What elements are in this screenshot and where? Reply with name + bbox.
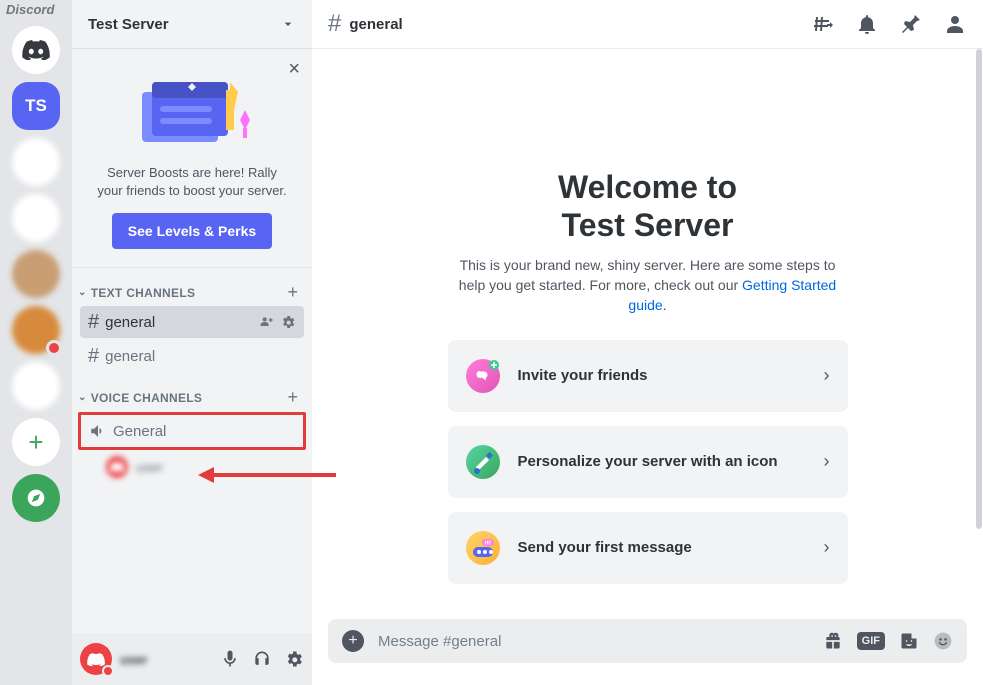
scrollbar[interactable] bbox=[975, 49, 983, 685]
hash-icon: # bbox=[88, 345, 99, 368]
boost-text: Server Boosts are here! Rally your frien… bbox=[82, 164, 302, 213]
server-slot[interactable] bbox=[12, 138, 60, 186]
chevron-right-icon: › bbox=[824, 365, 830, 386]
step-label: Personalize your server with an icon bbox=[518, 453, 806, 470]
gear-icon[interactable] bbox=[280, 314, 296, 330]
user-avatar-icon bbox=[106, 456, 128, 478]
voice-user[interactable]: user bbox=[72, 452, 312, 482]
mute-button[interactable] bbox=[220, 649, 240, 669]
welcome-subtitle: This is your brand new, shiny server. He… bbox=[458, 255, 838, 316]
self-avatar[interactable] bbox=[80, 643, 112, 675]
step-invite-friends[interactable]: Invite your friends › bbox=[448, 340, 848, 412]
channel-general-active[interactable]: # general bbox=[80, 306, 304, 338]
welcome-area: Welcome to Test Server This is your bran… bbox=[312, 48, 983, 619]
emoji-icon[interactable] bbox=[933, 631, 953, 651]
chat-header: # general bbox=[312, 0, 983, 48]
discord-icon bbox=[87, 653, 105, 666]
server-selected[interactable]: TS bbox=[12, 82, 60, 130]
settings-button[interactable] bbox=[284, 649, 304, 669]
channel-name: general bbox=[105, 348, 155, 365]
add-text-channel-button[interactable]: + bbox=[287, 282, 302, 303]
bell-icon[interactable] bbox=[855, 12, 879, 36]
chevron-right-icon: › bbox=[824, 451, 830, 472]
gif-button[interactable]: GIF bbox=[857, 632, 885, 650]
boost-levels-button[interactable]: See Levels & Perks bbox=[112, 213, 272, 249]
invite-step-icon bbox=[466, 359, 500, 393]
unread-badge bbox=[46, 340, 62, 356]
personalize-step-icon bbox=[466, 445, 500, 479]
deafen-button[interactable] bbox=[252, 649, 272, 669]
members-icon[interactable] bbox=[943, 12, 967, 36]
chevron-right-icon: › bbox=[824, 537, 830, 558]
invite-icon[interactable] bbox=[258, 314, 274, 330]
category-text-channels[interactable]: TEXT CHANNELS bbox=[78, 286, 195, 300]
message-step-icon: HI! bbox=[466, 531, 500, 565]
boost-card: × Server Boosts are here! Rally your fri… bbox=[72, 48, 312, 268]
pin-icon[interactable] bbox=[899, 12, 923, 36]
attach-button[interactable]: + bbox=[342, 630, 364, 652]
explore-button[interactable] bbox=[12, 474, 60, 522]
message-composer: + GIF bbox=[328, 619, 967, 663]
annotation-highlight: General bbox=[78, 412, 306, 450]
compass-icon bbox=[26, 488, 46, 508]
svg-text:HI!: HI! bbox=[484, 540, 491, 546]
channel-name: General bbox=[113, 423, 166, 440]
home-button[interactable] bbox=[12, 26, 60, 74]
gift-icon[interactable] bbox=[823, 631, 843, 651]
voice-user-name: user bbox=[136, 459, 163, 475]
hash-icon: # bbox=[328, 10, 341, 38]
channel-general[interactable]: # general bbox=[80, 340, 304, 372]
message-input[interactable] bbox=[378, 633, 809, 650]
category-voice-channels[interactable]: VOICE CHANNELS bbox=[78, 391, 202, 405]
server-slot[interactable] bbox=[12, 362, 60, 410]
threads-icon[interactable] bbox=[811, 12, 835, 36]
server-name: Test Server bbox=[88, 16, 169, 33]
sticker-icon[interactable] bbox=[899, 631, 919, 651]
welcome-title: Welcome to Test Server bbox=[352, 168, 943, 245]
scroll-thumb[interactable] bbox=[976, 49, 982, 529]
close-icon[interactable]: × bbox=[288, 58, 300, 81]
channel-name: general bbox=[105, 314, 155, 331]
brand-label: Discord bbox=[6, 2, 54, 17]
chevron-down-icon bbox=[280, 16, 296, 32]
self-username: user bbox=[120, 652, 212, 667]
server-slot[interactable] bbox=[12, 250, 60, 298]
server-slot[interactable] bbox=[12, 194, 60, 242]
status-dot bbox=[102, 665, 114, 677]
main-chat: # general Welcome to Test Server This is… bbox=[312, 0, 983, 685]
speaker-icon bbox=[89, 422, 107, 440]
server-initials: TS bbox=[25, 96, 47, 116]
server-rail: TS + bbox=[0, 0, 72, 685]
channel-sidebar: Test Server × bbox=[72, 0, 312, 685]
add-server-button[interactable]: + bbox=[12, 418, 60, 466]
step-label: Send your first message bbox=[518, 539, 806, 556]
voice-channel-general[interactable]: General bbox=[81, 415, 303, 447]
step-label: Invite your friends bbox=[518, 367, 806, 384]
chat-channel-title: general bbox=[349, 16, 402, 33]
hash-icon: # bbox=[88, 311, 99, 334]
add-voice-channel-button[interactable]: + bbox=[287, 387, 302, 408]
boost-illustration bbox=[82, 64, 302, 154]
server-header[interactable]: Test Server bbox=[72, 0, 312, 48]
discord-icon bbox=[22, 40, 50, 60]
step-personalize[interactable]: Personalize your server with an icon › bbox=[448, 426, 848, 498]
step-first-message[interactable]: HI! Send your first message › bbox=[448, 512, 848, 584]
user-panel: user bbox=[72, 633, 312, 685]
